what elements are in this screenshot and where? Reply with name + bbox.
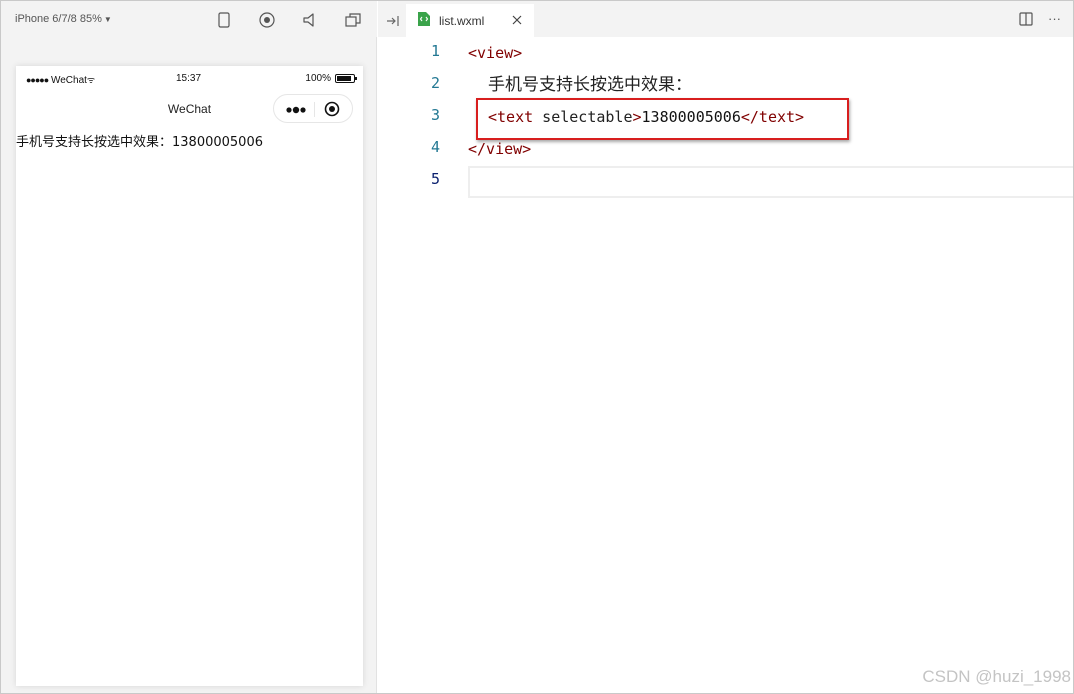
view-open-tag: <view>: [468, 44, 523, 62]
wxml-file-icon: [417, 11, 431, 27]
volume-icon[interactable]: [301, 11, 319, 29]
record-icon[interactable]: [258, 11, 276, 29]
wifi-icon: ᯤ: [86, 75, 96, 85]
code-area[interactable]: 1 2 3 4 5 <view> 手机号支持长按选中效果： <text sele…: [378, 37, 1073, 693]
capsule-divider: [314, 102, 315, 117]
phone-icon[interactable]: [215, 11, 233, 29]
tab-list-wxml[interactable]: list.wxml: [406, 4, 534, 37]
phone-screen: ●●●●● WeChatᯤ 15:37 100% WeChat 手机号支持长按选…: [16, 66, 363, 686]
tab-file-name: list.wxml: [439, 14, 485, 28]
page-content: 手机号支持长按选中效果：13800005006: [16, 131, 363, 150]
view-close-tag: </view>: [468, 140, 532, 158]
close-miniprogram-icon[interactable]: [324, 101, 340, 117]
phone-number-text[interactable]: 13800005006: [172, 135, 263, 150]
device-select[interactable]: iPhone 6/7/8 85% ▼: [15, 13, 112, 25]
chevron-down-icon: ▼: [103, 15, 112, 24]
devtools-window: iPhone 6/7/8 85% ▼ ●●●●● WeChatᯤ 15:37 10…: [0, 0, 1074, 694]
code-line-2: 手机号支持长按选中效果：: [488, 69, 692, 101]
page-label: 手机号支持长按选中效果：: [16, 135, 173, 150]
simulator-toolbar: iPhone 6/7/8 85% ▼: [1, 1, 377, 37]
expand-sidebar-icon[interactable]: [386, 14, 400, 26]
line-number: 2: [430, 74, 440, 92]
annotation-highlight-box: [476, 98, 849, 140]
watermark: CSDN @huzi_1998: [922, 667, 1071, 686]
line-number: 4: [430, 138, 440, 156]
code-editor: list.wxml ··· 1 2 3 4 5 <view> 手机号支持长按选中…: [378, 1, 1073, 693]
status-time: 15:37: [176, 73, 202, 84]
battery-icon: [335, 74, 357, 83]
capsule-menu: [273, 94, 353, 123]
editor-tab-bar: list.wxml ···: [378, 1, 1073, 37]
more-icon[interactable]: [285, 103, 307, 115]
close-icon[interactable]: [510, 13, 524, 27]
window-icon[interactable]: [344, 11, 362, 29]
line-number: 1: [430, 42, 440, 60]
label-text: 手机号支持长按选中效果：: [488, 75, 692, 95]
navigation-bar: WeChat: [16, 90, 363, 128]
line-number-active: 5: [430, 170, 440, 188]
status-bar: ●●●●● WeChatᯤ 15:37 100%: [16, 66, 363, 90]
status-carrier: ●●●●● WeChatᯤ: [26, 75, 96, 86]
code-line-1: <view>: [468, 37, 522, 69]
more-actions-icon[interactable]: ···: [1048, 11, 1061, 26]
signal-icon: ●●●●●: [26, 75, 49, 85]
split-editor-icon[interactable]: [1019, 12, 1033, 26]
line-number: 3: [430, 106, 440, 124]
device-label: iPhone 6/7/8 85%: [15, 13, 102, 25]
active-line-highlight: [468, 166, 1073, 198]
status-battery: 100%: [305, 73, 357, 84]
simulator-panel: iPhone 6/7/8 85% ▼ ●●●●● WeChatᯤ 15:37 10…: [1, 1, 377, 693]
